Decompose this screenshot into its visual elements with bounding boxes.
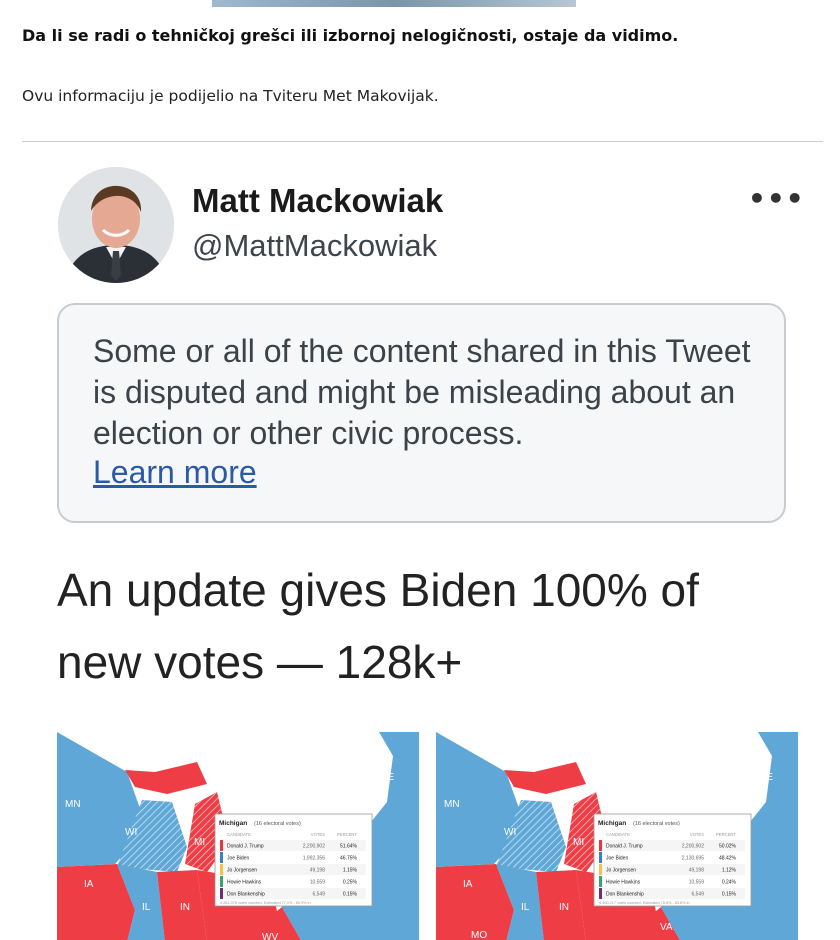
candidate-percent: 48.42% [719, 856, 737, 862]
candidate-percent: 0.15% [722, 892, 737, 898]
candidate-swatch [599, 852, 602, 863]
election-map-after: MN WI MI IA IL IN ME MO VA Michigan (16 … [436, 732, 798, 940]
popup-title: Michigan [219, 820, 247, 827]
candidate-votes: 10,559 [689, 880, 705, 886]
more-options-icon[interactable]: ••• [748, 182, 805, 215]
candidate-swatch [599, 888, 602, 899]
popup-footer: 4,261,378 votes counted. Estimated 77.1%… [220, 901, 311, 905]
top-image-strip [212, 0, 576, 7]
tweet-text-line-1: An update gives Biden 100% of [57, 564, 699, 616]
candidate-percent: 46.75% [340, 856, 358, 862]
tweet-text-line-2: new votes — 128k+ [57, 636, 463, 688]
candidate-swatch [220, 888, 223, 899]
popup-header-candidate: CANDIDATE [606, 832, 630, 837]
state-label: MI [573, 837, 584, 848]
candidate-percent: 1.15% [343, 868, 358, 874]
candidate-votes: 6,549 [312, 892, 325, 898]
candidate-swatch [220, 876, 223, 887]
state-label: WI [504, 827, 516, 838]
tweet-embed: Matt Mackowiak @MattMackowiak ••• Some o… [22, 142, 823, 940]
article-lead-bold: Da li se radi o tehničkoj grešci ili izb… [22, 26, 679, 45]
state-label: IN [559, 902, 569, 913]
state-mi-upper [125, 762, 207, 794]
candidate-name: Don Blankenship [227, 892, 265, 898]
author-name[interactable]: Matt Mackowiak [192, 182, 443, 220]
candidate-votes: 1,992,356 [303, 856, 325, 862]
avatar-photo [58, 167, 174, 283]
state-label: ME [758, 772, 773, 783]
candidate-swatch [220, 852, 223, 863]
state-label: ME [379, 772, 394, 783]
avatar[interactable] [58, 167, 174, 283]
popup-header-percent: PERCENT [337, 832, 357, 837]
candidate-name: Don Blankenship [606, 892, 644, 898]
candidate-name: Howie Hawkins [606, 880, 641, 886]
candidate-name: Donald J. Trump [227, 844, 264, 850]
popup-subtitle: (16 electoral votes) [254, 821, 301, 827]
candidate-swatch [220, 840, 223, 851]
state-label: IA [84, 879, 94, 890]
candidate-votes: 49,198 [310, 868, 326, 874]
candidate-votes: 49,198 [689, 868, 705, 874]
election-map-before: MN WI MI IA IL IN ME WV Michigan (16 ele… [57, 732, 419, 940]
candidate-votes: 10,559 [310, 880, 326, 886]
candidate-name: Howie Hawkins [227, 880, 262, 886]
disputed-content-notice: Some or all of the content shared in thi… [57, 303, 786, 523]
candidate-name: Jo Jorgensen [227, 868, 257, 874]
learn-more-link[interactable]: Learn more [93, 454, 257, 491]
article-lead-text: Ovu informaciju je podijelio na Tviteru … [22, 87, 439, 105]
candidate-percent: 50.02% [719, 844, 737, 850]
popup-header-candidate: CANDIDATE [227, 832, 251, 837]
state-label: IL [142, 902, 151, 913]
candidate-name: Jo Jorgensen [606, 868, 636, 874]
state-label: WV [262, 932, 278, 940]
state-label: VA [660, 922, 673, 933]
candidate-swatch [220, 864, 223, 875]
tweet-text: An update gives Biden 100% of new votes … [57, 554, 777, 698]
candidate-votes: 2,200,902 [682, 844, 704, 850]
state-label: MN [65, 799, 81, 810]
state-label: MN [444, 799, 460, 810]
results-popup: Michigan (16 electoral votes) CANDIDATE … [214, 813, 373, 907]
popup-header-votes: VOTES [311, 832, 325, 837]
candidate-votes: 6,549 [691, 892, 704, 898]
candidate-name: Joe Biden [227, 856, 249, 862]
candidate-name: Donald J. Trump [606, 844, 643, 850]
state-label: MI [194, 837, 205, 848]
state-mi-upper [504, 762, 586, 794]
candidate-percent: 51.64% [340, 844, 358, 850]
candidate-percent: 0.15% [343, 892, 358, 898]
candidate-swatch [599, 876, 602, 887]
state-label: IN [180, 902, 190, 913]
candidate-percent: 0.25% [343, 880, 358, 886]
candidate-percent: 1.12% [722, 868, 737, 874]
state-label: MO [471, 930, 487, 940]
candidate-votes: 2,130,695 [682, 856, 704, 862]
candidate-swatch [599, 864, 602, 875]
results-popup: Michigan (16 electoral votes) CANDIDATE … [593, 813, 752, 907]
candidate-votes: 2,200,902 [303, 844, 325, 850]
popup-header-votes: VOTES [690, 832, 704, 837]
popup-title: Michigan [598, 820, 626, 827]
state-label: IL [521, 902, 530, 913]
popup-footer: 4,400,217 votes counted. Estimated 78.6%… [599, 901, 690, 905]
state-label: WI [125, 827, 137, 838]
notice-text: Some or all of the content shared in thi… [93, 333, 751, 451]
candidate-percent: 0.24% [722, 880, 737, 886]
popup-subtitle: (16 electoral votes) [633, 821, 680, 827]
state-label: IA [463, 879, 473, 890]
candidate-swatch [599, 840, 602, 851]
candidate-name: Joe Biden [606, 856, 628, 862]
popup-header-percent: PERCENT [716, 832, 736, 837]
author-handle[interactable]: @MattMackowiak [192, 228, 437, 264]
